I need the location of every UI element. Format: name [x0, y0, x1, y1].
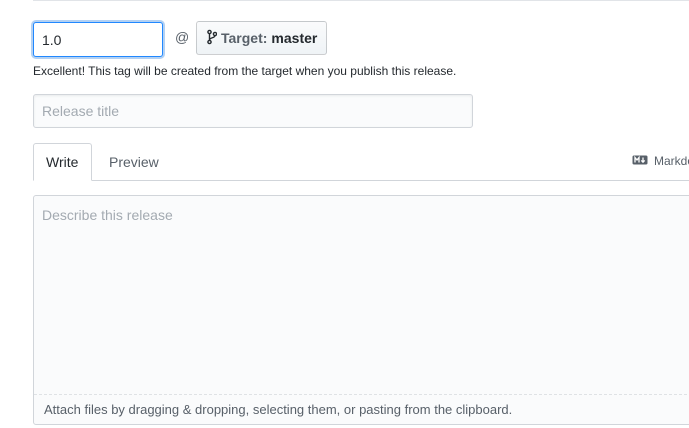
section-divider: [33, 0, 689, 1]
target-branch-button[interactable]: Target: master: [196, 21, 327, 55]
markdown-supported-hint[interactable]: Markdown: [632, 154, 689, 168]
release-description-editor: Attach files by dragging & dropping, sel…: [33, 195, 689, 425]
tag-status-note: Excellent! This tag will be created from…: [33, 64, 457, 78]
release-title-input[interactable]: [33, 94, 473, 128]
tab-write[interactable]: Write: [33, 143, 92, 181]
tag-version-input[interactable]: [33, 22, 163, 57]
tab-preview[interactable]: Preview: [97, 143, 171, 180]
editor-tabs: Write Preview Markdown: [33, 143, 689, 181]
attach-files-bar[interactable]: Attach files by dragging & dropping, sel…: [34, 394, 689, 424]
markdown-icon: [632, 154, 654, 168]
git-branch-icon: [207, 29, 221, 48]
target-label: Target:: [221, 30, 268, 46]
target-branch-name: master: [271, 30, 318, 46]
release-description-textarea[interactable]: [34, 196, 689, 394]
markdown-hint-label: Markdown: [654, 154, 689, 168]
at-sign-label: @: [175, 29, 190, 45]
